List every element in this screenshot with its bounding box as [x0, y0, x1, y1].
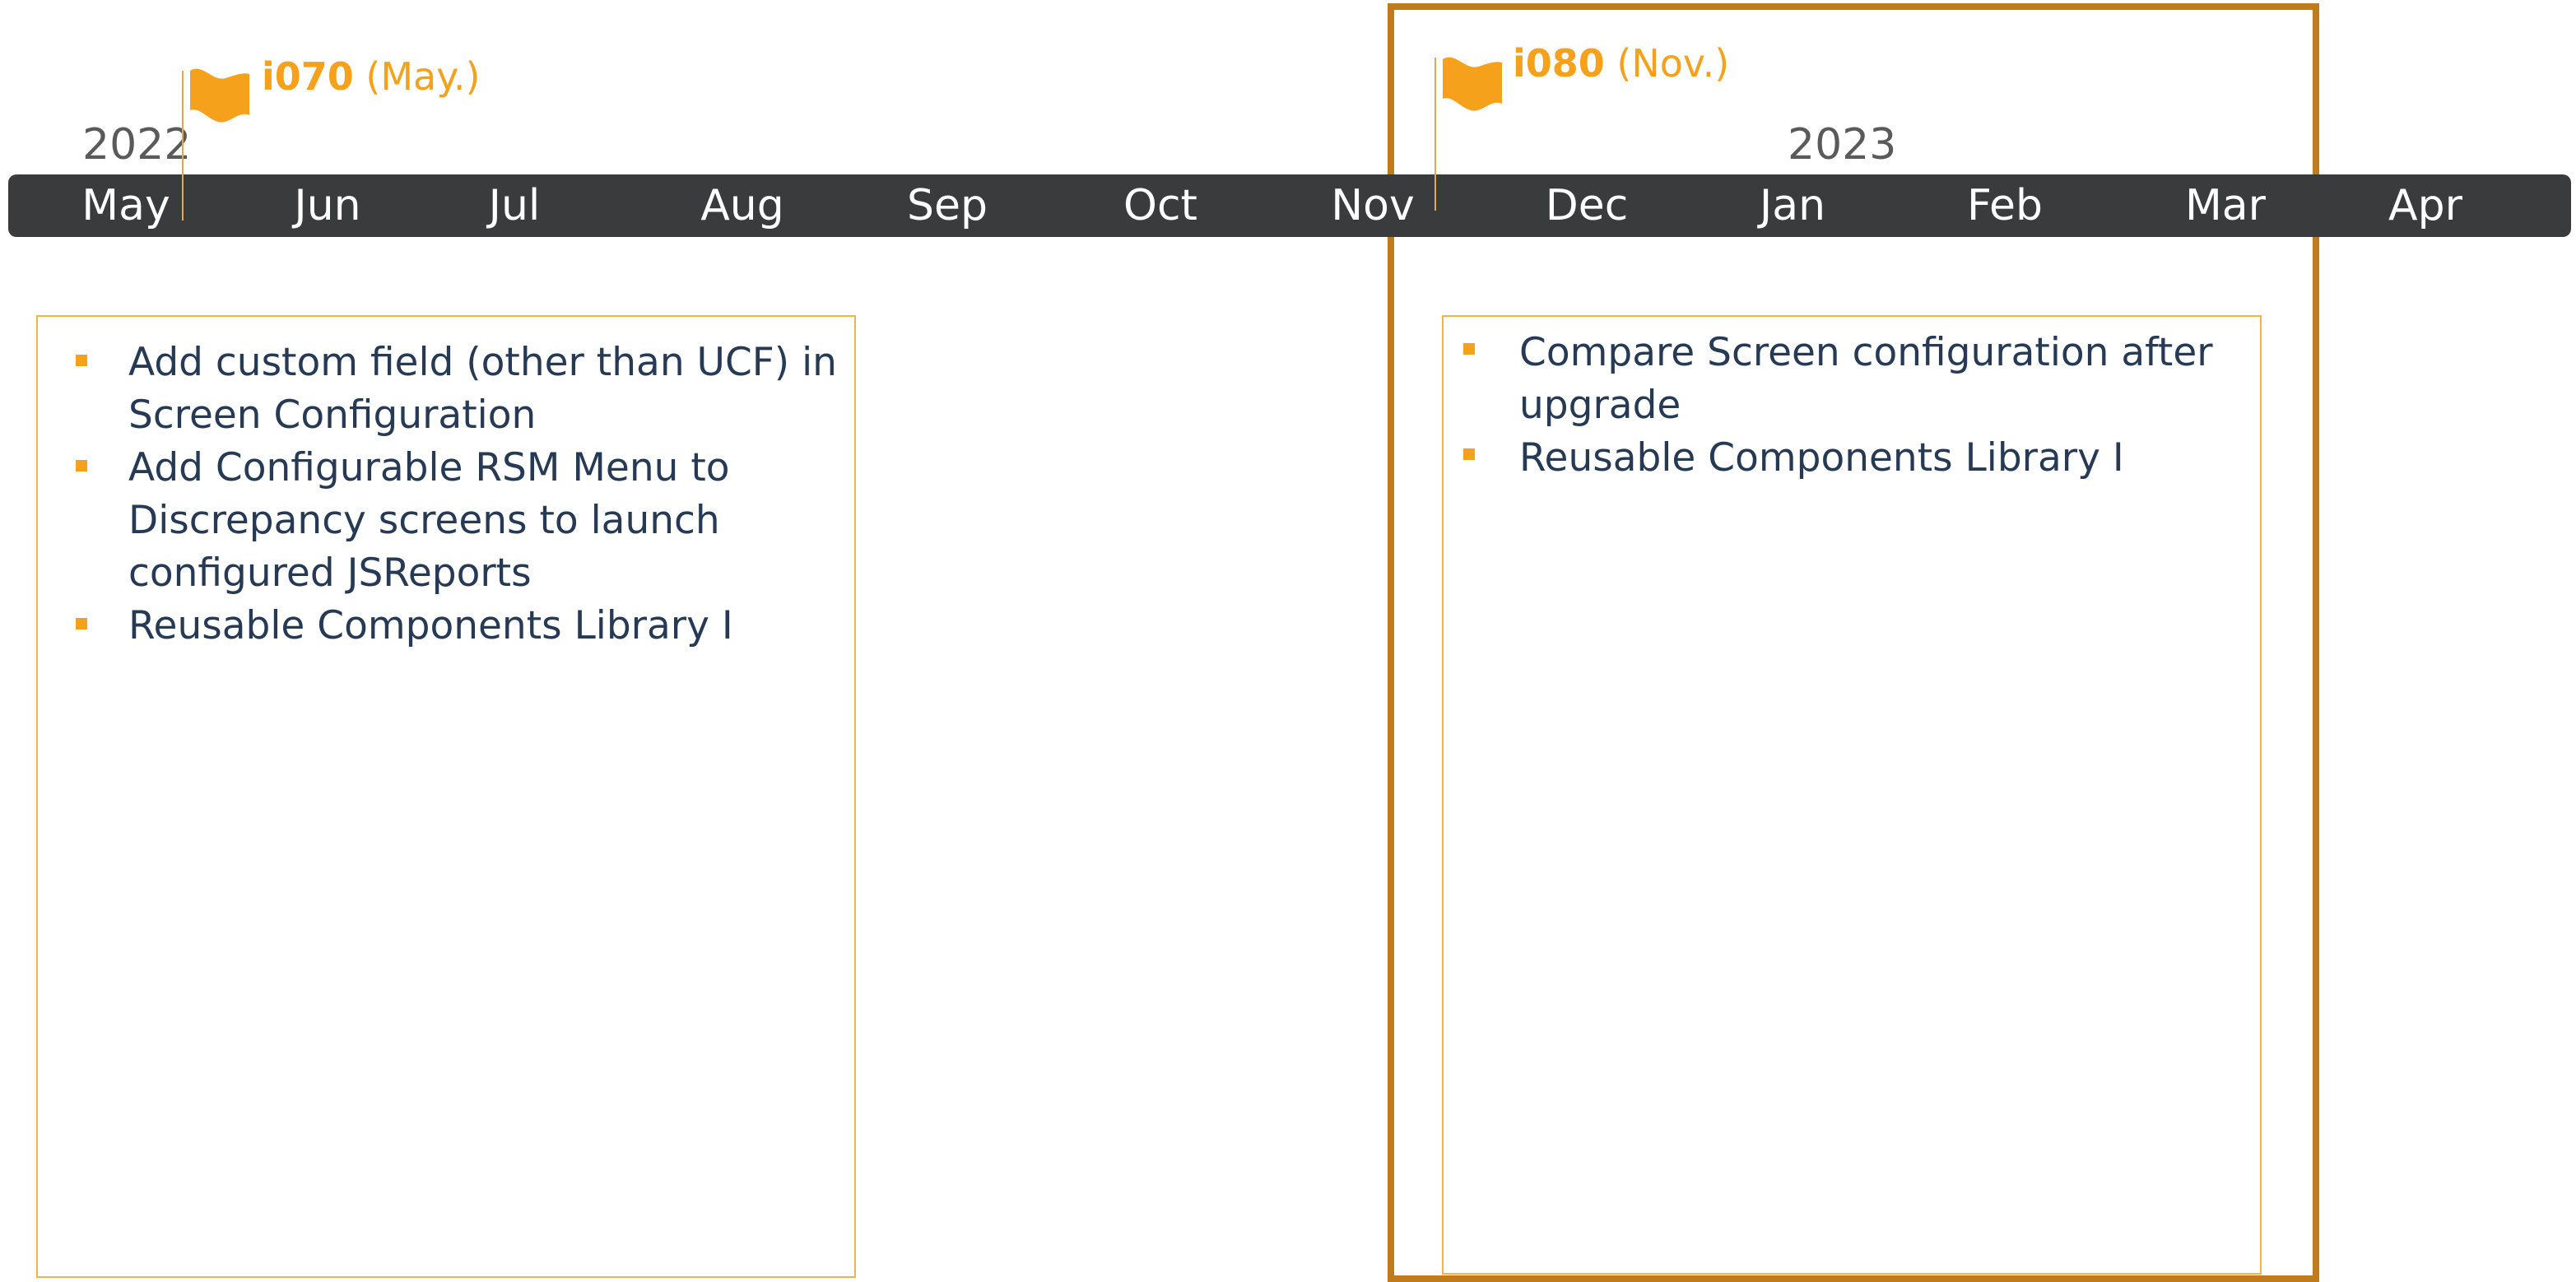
- month-label-aug: Aug: [700, 181, 784, 230]
- month-label-may: May: [81, 181, 170, 230]
- month-label-feb: Feb: [1966, 181, 2044, 230]
- month-bar: May Jun Jul Aug Sep Oct Nov Dec Jan Feb …: [8, 174, 2571, 237]
- milestone-period: (May.): [365, 54, 481, 99]
- milestone-code: i080: [1513, 41, 1605, 86]
- milestone-line-i080: [1434, 58, 1436, 211]
- release-box-i070: Add custom field (other than UCF) in Scr…: [36, 315, 856, 1278]
- feature-item: Add custom field (other than UCF) in Scr…: [76, 337, 844, 442]
- feature-text: Compare Screen configuration after upgra…: [1519, 330, 2213, 428]
- flag-icon: [1443, 57, 1502, 111]
- flag-icon: [190, 68, 249, 123]
- month-label-dec: Dec: [1545, 181, 1629, 230]
- milestone-period: (Nov.): [1616, 41, 1730, 86]
- milestone-code: i070: [262, 54, 354, 99]
- feature-text: Reusable Components Library I: [1519, 435, 2124, 481]
- release-box-i080: Compare Screen configuration after upgra…: [1442, 315, 2262, 1275]
- bullet-icon: [1463, 448, 1475, 460]
- month-label-apr: Apr: [2388, 181, 2462, 230]
- month-label-mar: Mar: [2184, 181, 2267, 230]
- feature-text: Add Configurable RSM Menu to Discrepancy…: [128, 445, 730, 596]
- roadmap-timeline: 2022 2023 May Jun Jul Aug Sep Oct Nov De…: [0, 0, 2576, 1282]
- feature-item: Add Configurable RSM Menu to Discrepancy…: [76, 442, 844, 600]
- year-label-2022: 2022: [82, 120, 192, 170]
- month-label-oct: Oct: [1123, 181, 1197, 230]
- year-label-2023: 2023: [1788, 120, 1897, 170]
- month-label-jul: Jul: [488, 181, 541, 230]
- bullet-icon: [76, 460, 87, 471]
- bullet-icon: [1463, 343, 1475, 355]
- feature-item: Compare Screen configuration after upgra…: [1463, 327, 2244, 432]
- feature-item: Reusable Components Library I: [1463, 432, 2244, 485]
- milestone-label-i080: i080 (Nov.): [1513, 44, 1729, 82]
- feature-item: Reusable Components Library I: [76, 600, 844, 653]
- feature-text: Add custom field (other than UCF) in Scr…: [128, 340, 837, 438]
- bullet-icon: [76, 355, 87, 366]
- month-label-jan: Jan: [1759, 181, 1826, 230]
- feature-list: Compare Screen configuration after upgra…: [1463, 327, 2244, 485]
- milestone-label-i070: i070 (May.): [262, 58, 480, 95]
- month-label-jun: Jun: [294, 181, 361, 230]
- month-label-sep: Sep: [906, 181, 988, 230]
- bullet-icon: [76, 618, 87, 629]
- milestone-line-i070: [182, 71, 184, 221]
- feature-list: Add custom field (other than UCF) in Scr…: [76, 337, 844, 653]
- month-label-nov: Nov: [1331, 181, 1415, 230]
- feature-text: Reusable Components Library I: [128, 603, 733, 648]
